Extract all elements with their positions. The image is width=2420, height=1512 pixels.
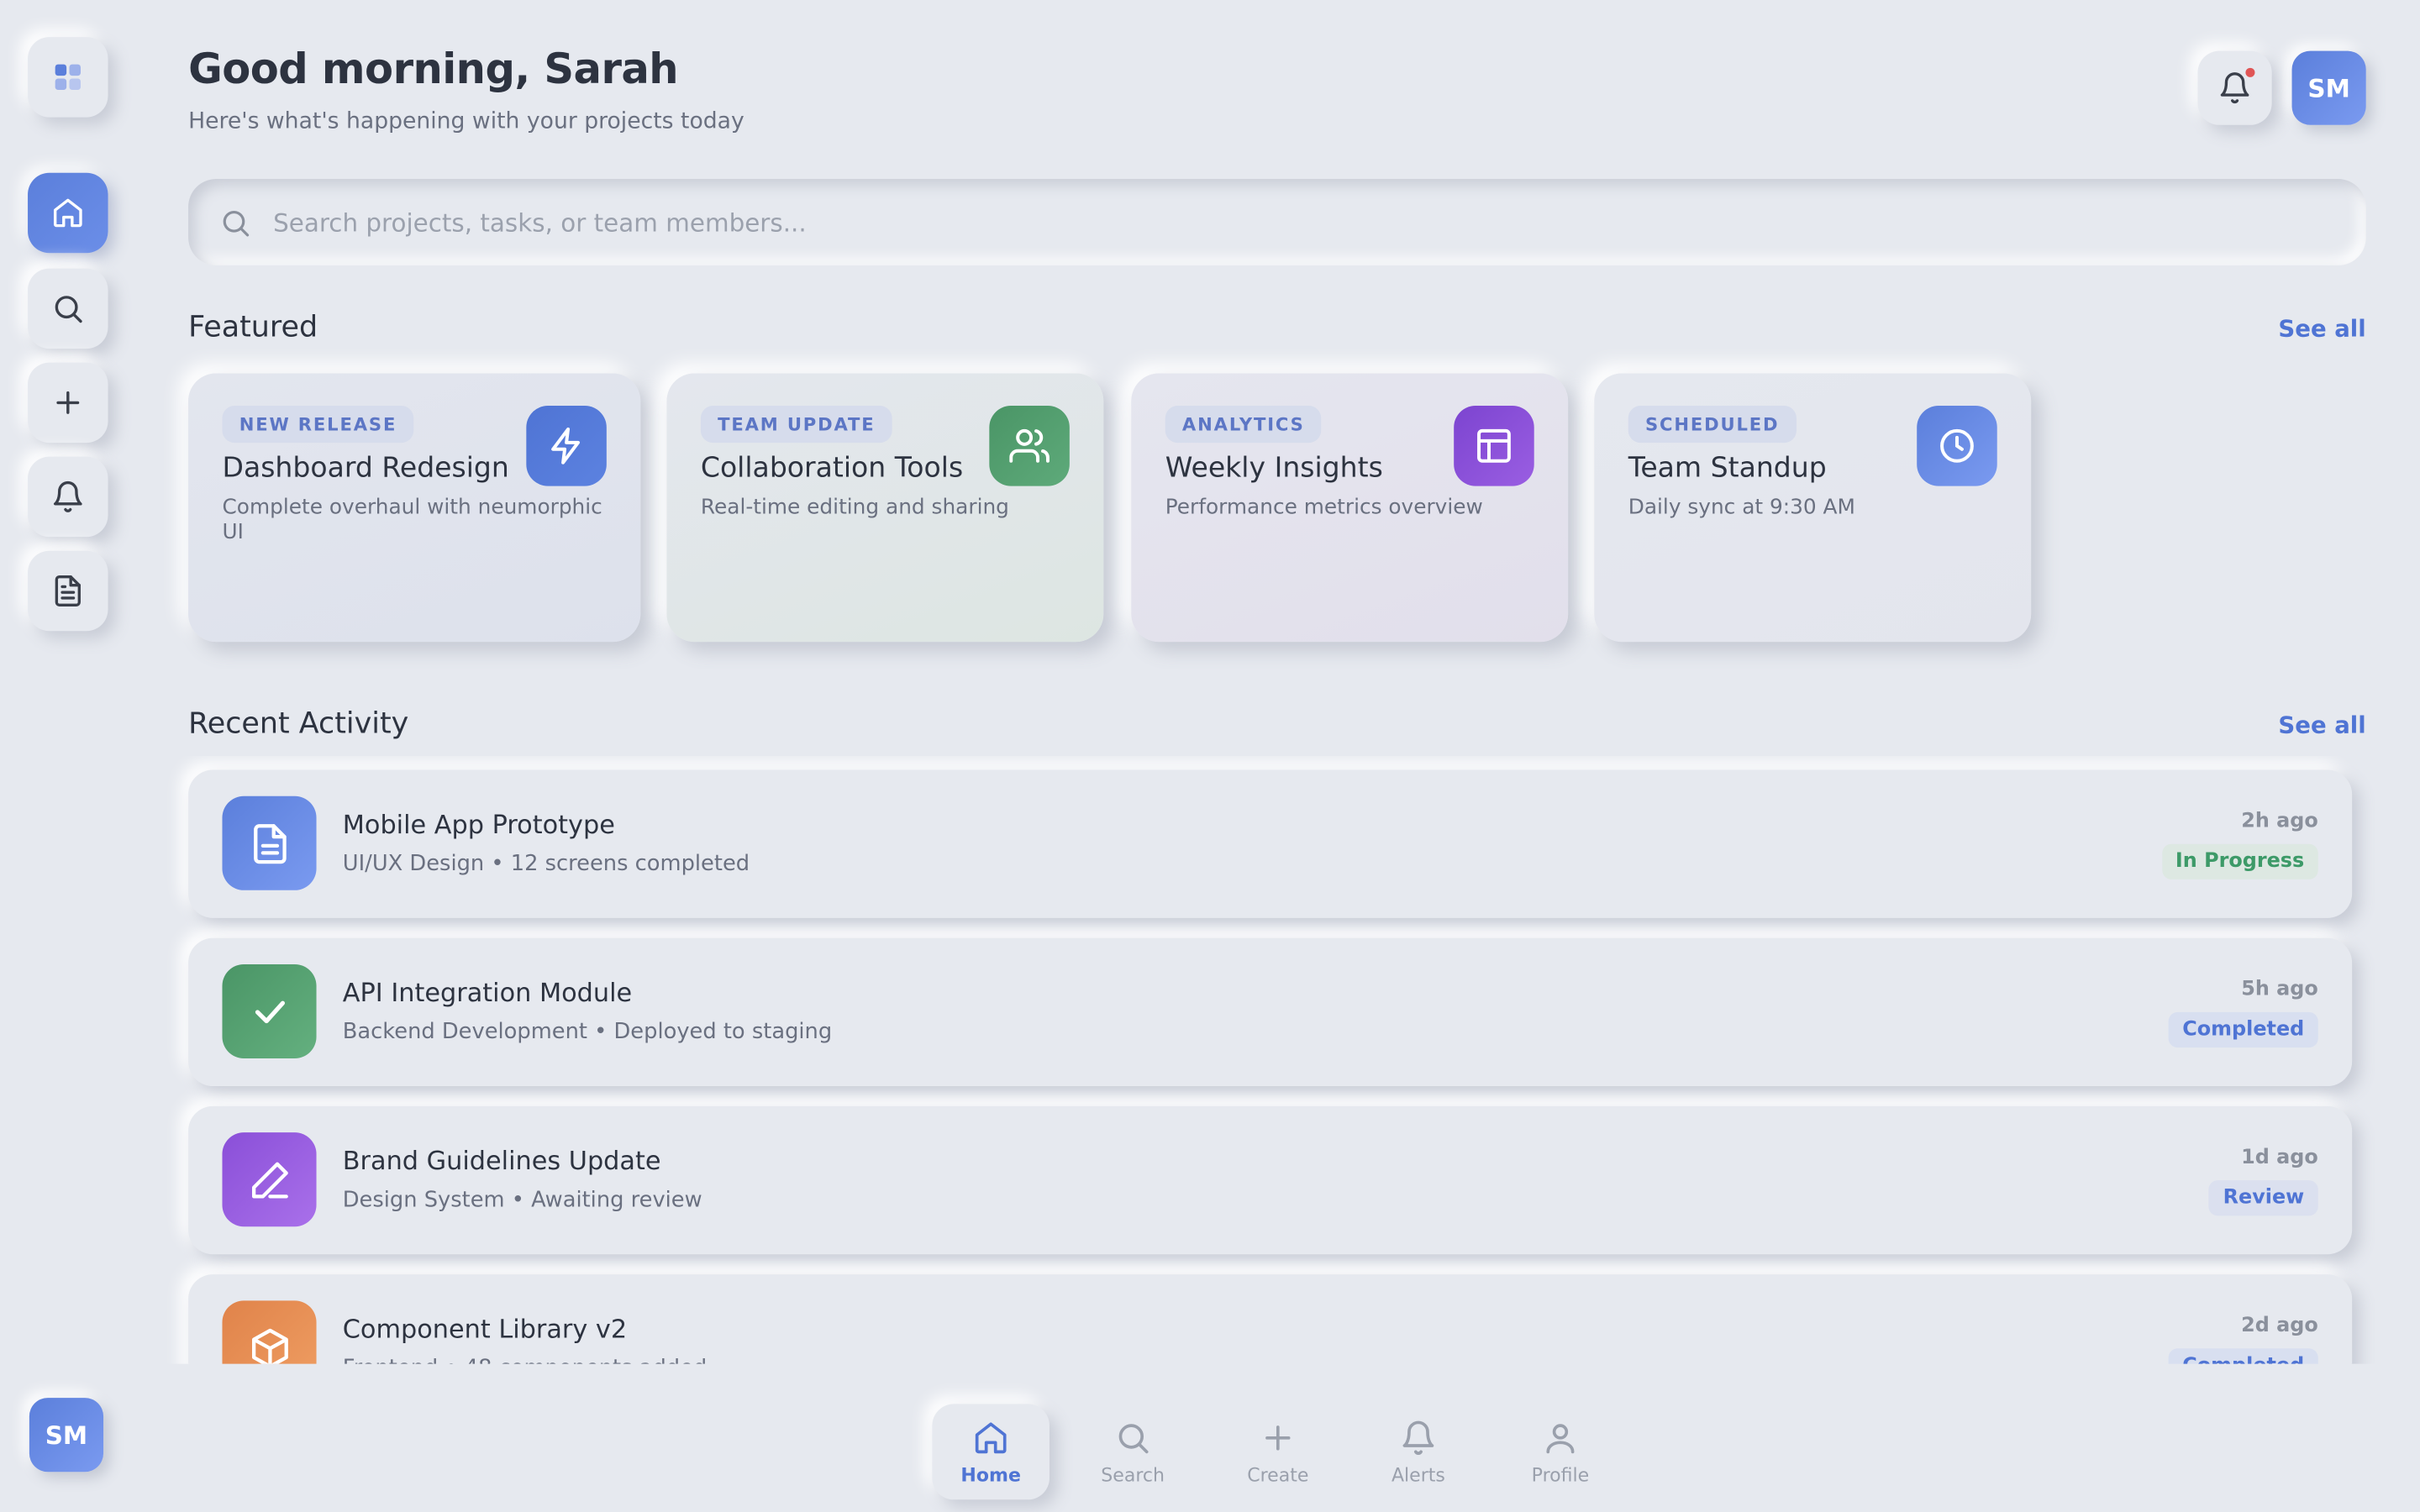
featured-see-all-link[interactable]: See all xyxy=(2278,315,2365,343)
nav-label: Create xyxy=(1247,1463,1309,1485)
notification-dot xyxy=(2245,67,2255,77)
bottom-nav-search[interactable]: Search xyxy=(1074,1404,1192,1499)
card-description: Complete overhaul with neumorphic UI xyxy=(222,495,602,545)
document-icon xyxy=(55,575,81,606)
activity-time: 5h ago xyxy=(2241,978,2318,1002)
card-tag: NEW RELEASE xyxy=(222,406,414,444)
nav-label: Search xyxy=(1101,1463,1165,1485)
search-icon xyxy=(55,296,82,323)
user-icon xyxy=(1546,1423,1575,1453)
activity-title: Brand Guidelines Update xyxy=(342,1146,661,1176)
activity-icon-tile xyxy=(222,795,317,890)
search-input[interactable] xyxy=(273,207,2280,237)
card-tag: SCHEDULED xyxy=(1628,406,1797,444)
activity-subtitle: UI/UX Design • 12 screens completed xyxy=(342,851,750,877)
card-icon-tile xyxy=(526,406,607,486)
nav-label: Home xyxy=(960,1463,1021,1485)
sidebar-item-home[interactable] xyxy=(28,172,108,254)
card-tag: ANALYTICS xyxy=(1165,406,1322,444)
plus-icon xyxy=(1265,1425,1291,1450)
card-description: Real-time editing and sharing xyxy=(700,495,1009,520)
bottom-nav-home[interactable]: Home xyxy=(932,1404,1050,1500)
check-icon xyxy=(254,1000,285,1023)
card-icon-tile xyxy=(1917,406,1997,486)
card-icon-tile xyxy=(1454,406,1534,486)
page-title: Good morning, Sarah xyxy=(188,46,679,95)
activity-see-all-link[interactable]: See all xyxy=(2278,711,2365,739)
grid-icon xyxy=(55,64,81,90)
sidebar-item-search[interactable] xyxy=(28,268,108,349)
card-description: Daily sync at 9:30 AM xyxy=(1628,495,1855,520)
status-badge: In Progress xyxy=(2161,843,2318,879)
bottom-nav-profile[interactable]: Profile xyxy=(1502,1404,1619,1499)
sidebar-item-documents[interactable] xyxy=(28,550,108,632)
featured-card[interactable]: SCHEDULED Team Standup Daily sync at 9:3… xyxy=(1594,373,2032,643)
home-icon xyxy=(53,198,82,228)
featured-card[interactable]: TEAM UPDATE Collaboration Tools Real-tim… xyxy=(666,373,1104,643)
activity-list[interactable]: Mobile App Prototype UI/UX Design • 12 s… xyxy=(155,756,2392,1364)
lightning-icon xyxy=(551,427,580,465)
card-tag: TEAM UPDATE xyxy=(700,406,892,444)
home-icon xyxy=(975,1421,1007,1453)
box-icon xyxy=(251,1327,287,1364)
activity-icon-tile xyxy=(222,1132,317,1227)
activity-icon-tile xyxy=(222,1300,317,1364)
activity-icon-tile xyxy=(222,963,317,1058)
document-icon xyxy=(253,823,286,864)
search-icon xyxy=(223,210,250,236)
search-icon xyxy=(1118,1423,1149,1453)
activity-subtitle: Backend Development • Deployed to stagin… xyxy=(342,1020,833,1045)
activity-heading: Recent Activity xyxy=(188,706,409,741)
status-badge: Completed xyxy=(2168,1011,2318,1048)
header-avatar[interactable]: SM xyxy=(2291,50,2366,125)
status-badge: Review xyxy=(2209,1180,2318,1216)
pen-icon xyxy=(251,1161,287,1198)
clock-icon xyxy=(1940,428,1974,463)
activity-subtitle: Design System • Awaiting review xyxy=(342,1188,702,1213)
activity-time: 2d ago xyxy=(2241,1314,2318,1338)
bell-icon xyxy=(1402,1420,1434,1454)
featured-card[interactable]: NEW RELEASE Dashboard Redesign Complete … xyxy=(188,373,641,643)
activity-time: 1d ago xyxy=(2241,1146,2318,1170)
featured-card[interactable]: ANALYTICS Weekly Insights Performance me… xyxy=(1131,373,1569,643)
sidebar-item-create[interactable] xyxy=(28,362,108,444)
bottom-nav-create[interactable]: Create xyxy=(1219,1404,1337,1499)
activity-title: API Integration Module xyxy=(342,978,633,1008)
nav-label: Alerts xyxy=(1391,1463,1445,1485)
activity-title: Component Library v2 xyxy=(342,1314,628,1344)
card-description: Performance metrics overview xyxy=(1165,495,1483,520)
activity-time: 2h ago xyxy=(2241,810,2318,833)
activity-title: Mobile App Prototype xyxy=(342,810,615,840)
app-logo-button[interactable] xyxy=(28,37,108,118)
notifications-button[interactable] xyxy=(2197,50,2272,125)
status-badge: Completed xyxy=(2168,1348,2318,1364)
sidebar-avatar[interactable]: SM xyxy=(29,1398,104,1473)
activity-row[interactable]: Component Library v2 Frontend • 48 compo… xyxy=(188,1274,2353,1364)
page-subtitle: Here's what's happening with your projec… xyxy=(188,109,744,134)
card-icon-tile xyxy=(989,406,1070,486)
nav-label: Profile xyxy=(1531,1463,1590,1485)
activity-row[interactable]: API Integration Module Backend Developme… xyxy=(188,937,2353,1087)
activity-row[interactable]: Mobile App Prototype UI/UX Design • 12 s… xyxy=(188,769,2353,918)
bottom-nav-alerts[interactable]: Alerts xyxy=(1360,1404,1477,1499)
sidebar-item-alerts[interactable] xyxy=(28,456,108,538)
search-bar[interactable] xyxy=(188,179,2366,265)
plus-icon xyxy=(56,391,80,414)
bell-icon xyxy=(53,480,82,512)
users-icon xyxy=(1009,428,1050,463)
featured-heading: Featured xyxy=(188,310,318,344)
activity-row[interactable]: Brand Guidelines Update Design System • … xyxy=(188,1105,2353,1255)
activity-subtitle: Frontend • 48 components added xyxy=(343,1356,707,1363)
layout-icon xyxy=(1477,428,1511,463)
